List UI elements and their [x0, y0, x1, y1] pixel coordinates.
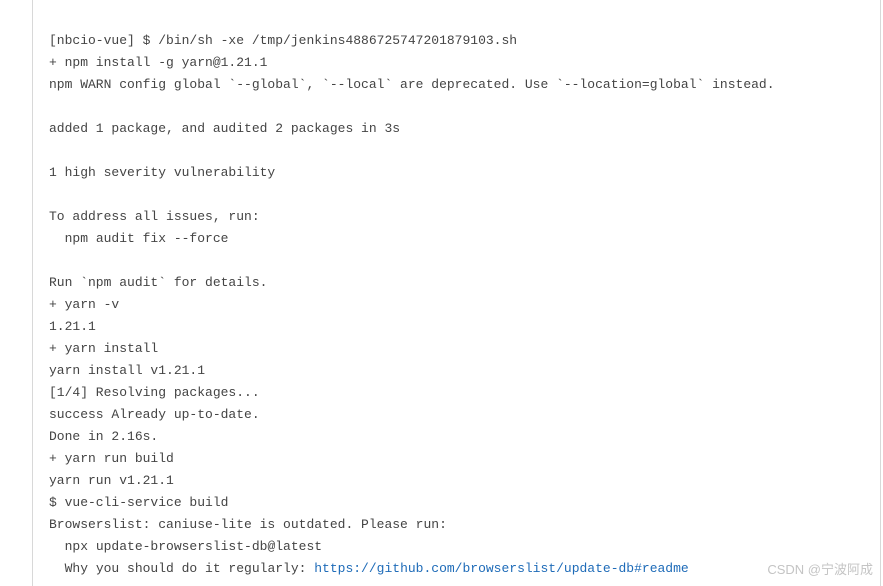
log-line: Browserslist: caniuse-lite is outdated. … [49, 517, 447, 532]
log-line: [nbcio-vue] $ /bin/sh -xe /tmp/jenkins48… [49, 33, 517, 48]
console-output: [nbcio-vue] $ /bin/sh -xe /tmp/jenkins48… [32, 0, 881, 586]
log-line-prefix: Why you should do it regularly: [49, 561, 314, 576]
log-line: added 1 package, and audited 2 packages … [49, 121, 400, 136]
log-line: npm WARN config global `--global`, `--lo… [49, 77, 775, 92]
log-line: success Already up-to-date. [49, 407, 260, 422]
log-line: 1.21.1 [49, 319, 96, 334]
log-line: To address all issues, run: [49, 209, 260, 224]
log-line: npx update-browserslist-db@latest [49, 539, 322, 554]
log-line-with-link: Why you should do it regularly: https://… [49, 561, 689, 576]
log-line: + npm install -g yarn@1.21.1 [49, 55, 267, 70]
log-line: + yarn install [49, 341, 158, 356]
log-line: [1/4] Resolving packages... [49, 385, 260, 400]
log-line: npm audit fix --force [49, 231, 228, 246]
update-db-link[interactable]: https://github.com/browserslist/update-d… [314, 561, 688, 576]
log-line: 1 high severity vulnerability [49, 165, 275, 180]
log-line: yarn install v1.21.1 [49, 363, 205, 378]
log-line: + yarn run build [49, 451, 174, 466]
log-line: $ vue-cli-service build [49, 495, 228, 510]
log-line: Run `npm audit` for details. [49, 275, 267, 290]
log-line: yarn run v1.21.1 [49, 473, 174, 488]
log-line: + yarn -v [49, 297, 119, 312]
log-line: Done in 2.16s. [49, 429, 158, 444]
